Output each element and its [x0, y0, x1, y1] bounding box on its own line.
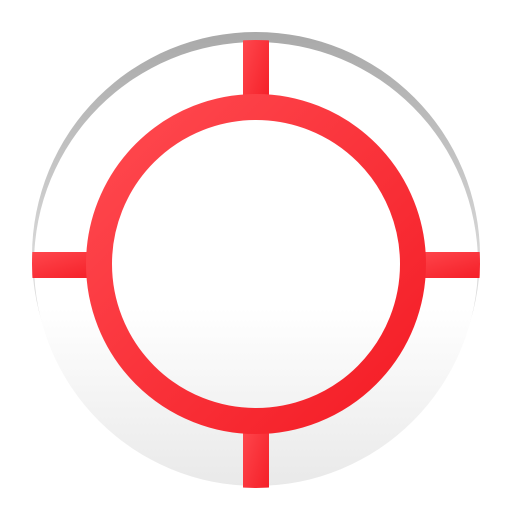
crosshair-target-icon [32, 32, 480, 488]
app-icon [0, 0, 512, 512]
